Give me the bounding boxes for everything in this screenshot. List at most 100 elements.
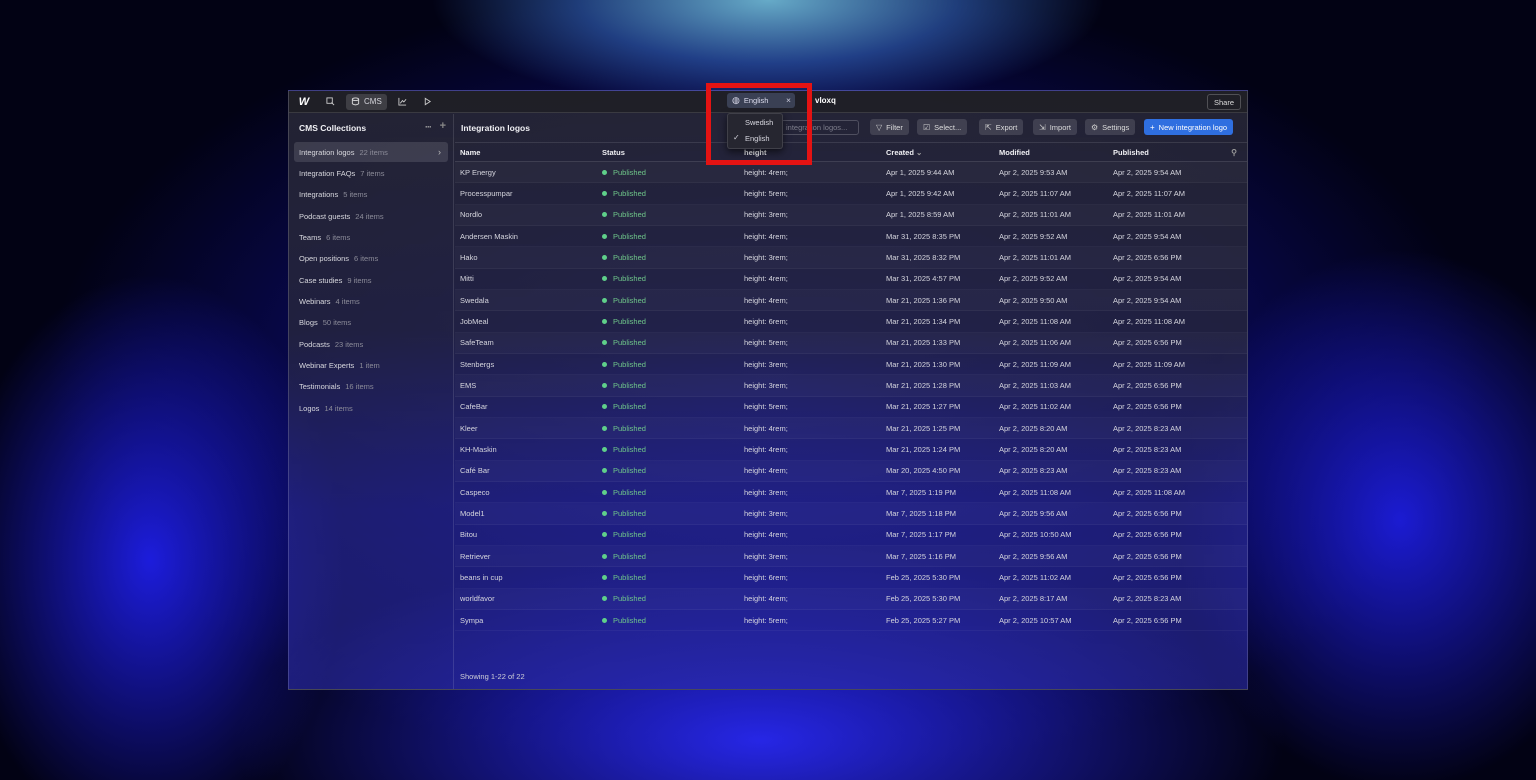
cell-published: Apr 2, 2025 9:54 AM [1113, 167, 1182, 177]
cell-created: Mar 31, 2025 8:35 PM [886, 231, 961, 241]
table-row[interactable]: SafeTeam Published height: 5rem; Mar 21, 20… [455, 333, 1247, 354]
cell-published: Apr 2, 2025 11:08 AM [1113, 487, 1185, 497]
status-dot-icon [602, 190, 607, 196]
import-button[interactable]: ⇲ Import [1033, 119, 1077, 135]
new-item-button[interactable]: + New integration logo [1144, 119, 1234, 135]
cell-created: Mar 21, 2025 1:36 PM [886, 295, 961, 305]
cell-published: Apr 2, 2025 8:23 AM [1113, 444, 1182, 454]
table-row[interactable]: Bitou Published height: 4rem; Mar 7, 2025 1… [455, 525, 1247, 546]
table-row[interactable]: Caspeco Published height: 3rem; Mar 7, 2025… [455, 482, 1247, 504]
cms-window: W CMS vloxq Share CMS Collections ··· + … [288, 90, 1248, 690]
sidebar-item-count: 24 items [355, 211, 384, 221]
table-row[interactable]: worldfavor Published height: 4rem; Feb 25, … [455, 589, 1247, 610]
cell-status: Published [602, 296, 646, 305]
cell-published: Apr 2, 2025 9:54 AM [1113, 274, 1182, 284]
table-row[interactable]: Sympa Published height: 5rem; Feb 25, 2025 … [455, 610, 1247, 632]
column-header-created[interactable]: Created ⌄ [886, 148, 922, 157]
status-label: Published [613, 551, 646, 561]
more-icon[interactable]: ··· [425, 122, 432, 132]
sidebar-item-teams[interactable]: Teams 6 items [294, 227, 448, 247]
status-label: Published [613, 274, 646, 284]
cell-status: Published [602, 253, 646, 262]
table-row[interactable]: Café Bar Published height: 4rem; Mar 20, 20… [455, 461, 1247, 482]
select-icon: ☑ [923, 122, 931, 132]
export-button[interactable]: ⇱ Export [979, 119, 1024, 135]
select-button[interactable]: ☑ Select... [917, 119, 968, 135]
cell-status: Published [602, 530, 646, 539]
cell-status: Published [602, 573, 646, 582]
status-dot-icon [602, 297, 607, 303]
cell-height: height: 3rem; [744, 210, 788, 220]
table-row[interactable]: KH-Maskin Published height: 4rem; Mar 21, 2… [455, 439, 1247, 461]
column-header-status[interactable]: Status [602, 148, 625, 157]
table-row[interactable]: Andersen Maskin Published height: 4rem; Mar… [455, 226, 1247, 248]
preview-nav-button[interactable] [418, 94, 437, 110]
cell-height: height: 3rem; [744, 359, 788, 369]
cell-modified: Apr 2, 2025 11:06 AM [999, 338, 1071, 348]
cell-created: Feb 25, 2025 5:30 PM [886, 594, 961, 604]
table-row[interactable]: Mitti Published height: 4rem; Mar 31, 2025 … [455, 269, 1247, 290]
share-button[interactable]: Share [1206, 94, 1241, 110]
analytics-nav-button[interactable] [393, 94, 412, 110]
sidebar-item-testimonials[interactable]: Testimonials 16 items [294, 377, 448, 397]
table-row[interactable]: Processpumpar Published height: 5rem; Apr 1… [455, 183, 1247, 205]
table-row[interactable]: Swedala Published height: 4rem; Mar 21, 202… [455, 290, 1247, 312]
sidebar-item-label: Case studies [299, 275, 343, 285]
cell-published: Apr 2, 2025 11:09 AM [1113, 359, 1185, 369]
collection-title: Integration logos [461, 123, 530, 133]
column-header-published[interactable]: Published [1113, 148, 1149, 157]
sidebar-item-podcast-guests[interactable]: Podcast guests 24 items [294, 206, 448, 226]
table-row[interactable]: Stenbergs Published height: 3rem; Mar 21, 2… [455, 354, 1247, 376]
table-row[interactable]: Model1 Published height: 3rem; Mar 7, 2025 … [455, 503, 1247, 525]
sidebar-item-logos[interactable]: Logos 14 items [294, 398, 448, 418]
sidebar-item-webinar-experts[interactable]: Webinar Experts 1 item [294, 355, 448, 375]
sidebar-item-count: 1 item [359, 360, 380, 370]
cell-created: Mar 7, 2025 1:19 PM [886, 487, 957, 497]
sidebar-item-integration-logos[interactable]: Integration logos 22 items › [294, 142, 448, 162]
add-collection-icon[interactable]: + [440, 120, 446, 132]
sidebar-item-label: Teams [299, 232, 322, 242]
highlight-box [706, 83, 812, 165]
sidebar-item-count: 9 items [347, 275, 372, 285]
table-header: Name Status height Created ⌄ Modified Pu… [455, 142, 1247, 162]
cell-height: height: 3rem; [744, 380, 788, 390]
cell-modified: Apr 2, 2025 8:23 AM [999, 466, 1068, 476]
table-row[interactable]: Kleer Published height: 4rem; Mar 21, 2025 … [455, 418, 1247, 440]
sidebar-item-webinars[interactable]: Webinars 4 items [294, 291, 448, 311]
cell-status: Published [602, 594, 646, 603]
pin-icon[interactable]: ⚲ [1231, 148, 1237, 157]
sidebar-item-integrations[interactable]: Integrations 5 items [294, 185, 448, 205]
settings-button[interactable]: ⚙ Settings [1085, 119, 1136, 135]
cell-status: Published [602, 189, 646, 198]
sidebar-item-podcasts[interactable]: Podcasts 23 items [294, 334, 448, 354]
cell-published: Apr 2, 2025 11:08 AM [1113, 316, 1185, 326]
table-row[interactable]: CafeBar Published height: 5rem; Mar 21, 202… [455, 397, 1247, 418]
sidebar-item-blogs[interactable]: Blogs 50 items [294, 313, 448, 333]
sidebar-item-integration-faqs[interactable]: Integration FAQs 7 items [294, 163, 448, 183]
cell-modified: Apr 2, 2025 9:50 AM [999, 295, 1068, 305]
sidebar-item-case-studies[interactable]: Case studies 9 items [294, 270, 448, 290]
cell-created: Feb 25, 2025 5:27 PM [886, 615, 961, 625]
table-row[interactable]: beans in cup Published height: 6rem; Feb 25… [455, 567, 1247, 589]
table-row[interactable]: JobMeal Published height: 6rem; Mar 21, 202… [455, 311, 1247, 333]
table-row[interactable]: KP Energy Published height: 4rem; Apr 1, 20… [455, 162, 1247, 184]
column-header-name[interactable]: Name [460, 148, 480, 157]
webflow-logo-icon[interactable]: W [293, 96, 315, 108]
cell-name: JobMeal [460, 316, 489, 326]
status-dot-icon [602, 596, 607, 602]
column-header-modified[interactable]: Modified [999, 148, 1030, 157]
sidebar-item-open-positions[interactable]: Open positions 6 items [294, 249, 448, 269]
table-body: KP Energy Published height: 4rem; Apr 1, 20… [455, 162, 1247, 632]
cms-nav-button[interactable]: CMS [346, 93, 387, 110]
cell-status: Published [602, 402, 646, 411]
sidebar-item-label: Logos [299, 403, 320, 413]
cell-name: Stenbergs [460, 359, 495, 369]
cell-status: Published [602, 552, 646, 561]
cell-name: Sympa [460, 615, 484, 625]
table-row[interactable]: Hako Published height: 3rem; Mar 31, 2025 8… [455, 247, 1247, 269]
filter-button[interactable]: ▽ Filter [870, 119, 909, 135]
table-row[interactable]: Nordlo Published height: 3rem; Apr 1, 2025 … [455, 205, 1247, 226]
table-row[interactable]: Retriever Published height: 3rem; Mar 7, 20… [455, 546, 1247, 568]
designer-nav-button[interactable] [321, 94, 340, 110]
table-row[interactable]: EMS Published height: 3rem; Mar 21, 2025 1:… [455, 375, 1247, 397]
